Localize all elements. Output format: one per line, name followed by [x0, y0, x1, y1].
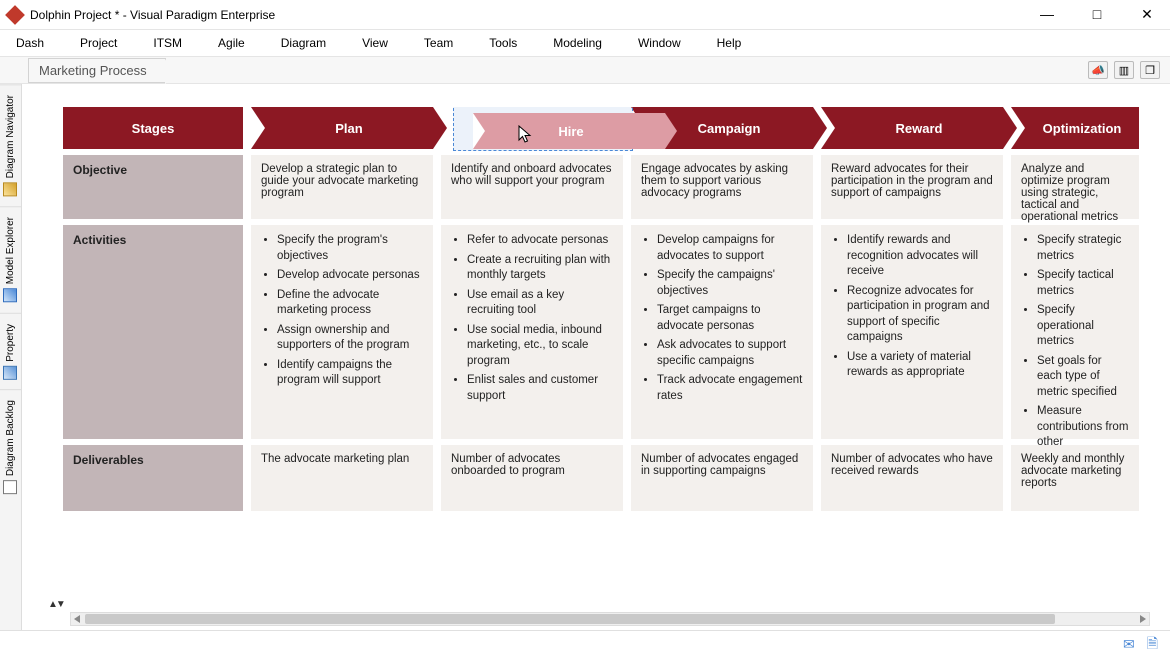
- cell-optimization-deliverables[interactable]: Weekly and monthly advocate marketing re…: [1011, 445, 1139, 511]
- cell-plan-activities[interactable]: Specify the program's objectives Develop…: [251, 225, 433, 439]
- row-label-objective: Objective: [63, 155, 243, 219]
- labels-column: Stages Objective Activities Deliverables: [63, 107, 243, 511]
- menu-project[interactable]: Project: [80, 36, 117, 50]
- cell-reward-deliverables[interactable]: Number of advocates who have received re…: [821, 445, 1003, 511]
- cell-plan-deliverables[interactable]: The advocate marketing plan: [251, 445, 433, 511]
- stage-column-hire: Identify and onboard advocates who will …: [441, 107, 623, 511]
- menu-bar: Dash Project ITSM Agile Diagram View Tea…: [0, 30, 1170, 56]
- stage-column-optimization: Optimization Analyze and optimize progra…: [1011, 107, 1139, 511]
- window-title: Dolphin Project * - Visual Paradigm Ente…: [30, 8, 1032, 22]
- cell-optimization-activities[interactable]: Specify strategic metrics Specify tactic…: [1011, 225, 1139, 439]
- status-bar: ✉ 🗎: [0, 630, 1170, 658]
- stage-header-reward[interactable]: Reward: [821, 107, 1003, 149]
- stage-header-plan[interactable]: Plan: [251, 107, 433, 149]
- workspace: Diagram Navigator Model Explorer Propert…: [0, 84, 1170, 630]
- stage-column-campaign: Campaign Engage advocates by asking them…: [631, 107, 813, 511]
- horizontal-scrollbar[interactable]: [70, 612, 1150, 626]
- menu-dash[interactable]: Dash: [16, 36, 44, 50]
- splitter-handle[interactable]: ▲▼: [48, 599, 64, 610]
- app-icon: [5, 5, 25, 25]
- diagram-backlog-icon: [4, 481, 18, 495]
- menu-agile[interactable]: Agile: [218, 36, 245, 50]
- status-mail-icon[interactable]: ✉: [1123, 636, 1135, 653]
- side-tab-model-explorer[interactable]: Model Explorer: [0, 206, 21, 312]
- breadcrumb-bar: Marketing Process 📣 ▥ ❐: [0, 56, 1170, 84]
- scrollbar-thumb[interactable]: [85, 614, 1055, 624]
- toolbar-window-icon[interactable]: ❐: [1140, 61, 1160, 79]
- breadcrumb-current[interactable]: Marketing Process: [28, 58, 166, 83]
- maximize-button[interactable]: □: [1082, 6, 1112, 23]
- row-label-activities: Activities: [63, 225, 243, 439]
- dragged-stage-hire[interactable]: Hire: [473, 113, 665, 149]
- row-label-deliverables: Deliverables: [63, 445, 243, 511]
- side-tab-property[interactable]: Property: [0, 313, 21, 390]
- menu-itsm[interactable]: ITSM: [153, 36, 182, 50]
- side-tab-diagram-navigator[interactable]: Diagram Navigator: [0, 84, 21, 206]
- menu-modeling[interactable]: Modeling: [553, 36, 602, 50]
- toolbar-layout-icon[interactable]: ▥: [1114, 61, 1134, 79]
- cell-plan-objective[interactable]: Develop a strategic plan to guide your a…: [251, 155, 433, 219]
- stage-header-optimization[interactable]: Optimization: [1011, 107, 1139, 149]
- stage-column-plan: Plan Develop a strategic plan to guide y…: [251, 107, 433, 511]
- cell-optimization-objective[interactable]: Analyze and optimize program using strat…: [1011, 155, 1139, 219]
- close-button[interactable]: ✕: [1132, 6, 1162, 23]
- cell-hire-deliverables[interactable]: Number of advocates onboarded to program: [441, 445, 623, 511]
- menu-help[interactable]: Help: [717, 36, 742, 50]
- toolbar-megaphone-icon[interactable]: 📣: [1088, 61, 1108, 79]
- cell-hire-objective[interactable]: Identify and onboard advocates who will …: [441, 155, 623, 219]
- status-doc-icon[interactable]: 🗎: [1147, 633, 1158, 657]
- side-tabs: Diagram Navigator Model Explorer Propert…: [0, 84, 22, 630]
- cell-campaign-objective[interactable]: Engage advocates by asking them to suppo…: [631, 155, 813, 219]
- minimize-button[interactable]: —: [1032, 6, 1062, 23]
- menu-diagram[interactable]: Diagram: [281, 36, 326, 50]
- side-tab-diagram-backlog[interactable]: Diagram Backlog: [0, 389, 21, 504]
- menu-window[interactable]: Window: [638, 36, 681, 50]
- property-icon: [4, 365, 18, 379]
- menu-team[interactable]: Team: [424, 36, 453, 50]
- journey-grid: Stages Objective Activities Deliverables…: [63, 107, 1157, 511]
- menu-view[interactable]: View: [362, 36, 388, 50]
- cell-campaign-activities[interactable]: Develop campaigns for advocates to suppo…: [631, 225, 813, 439]
- canvas[interactable]: Hire Stages Objective Activities Deliver…: [22, 84, 1170, 630]
- cell-campaign-deliverables[interactable]: Number of advocates engaged in supportin…: [631, 445, 813, 511]
- stage-column-reward: Reward Reward advocates for their partic…: [821, 107, 1003, 511]
- cell-reward-activities[interactable]: Identify rewards and recognition advocat…: [821, 225, 1003, 439]
- menu-tools[interactable]: Tools: [489, 36, 517, 50]
- stages-header-label: Stages: [63, 107, 243, 149]
- diagram-navigator-icon: [4, 182, 18, 196]
- title-bar: Dolphin Project * - Visual Paradigm Ente…: [0, 0, 1170, 30]
- cell-reward-objective[interactable]: Reward advocates for their participation…: [821, 155, 1003, 219]
- cell-hire-activities[interactable]: Refer to advocate personas Create a recr…: [441, 225, 623, 439]
- model-explorer-icon: [4, 289, 18, 303]
